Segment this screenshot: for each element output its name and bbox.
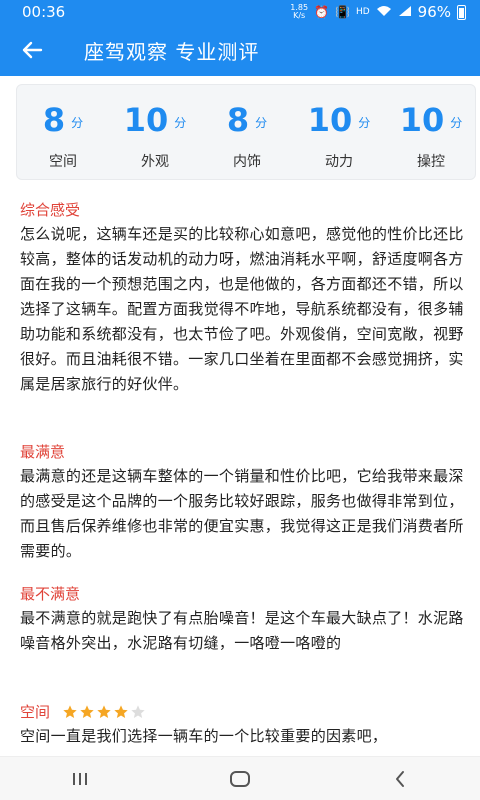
section-space: 空间 空间一直是我们选择一辆车的一个比较重要的因素吧， [20, 700, 466, 749]
battery-icon [457, 4, 466, 20]
score-label: 外观 [141, 154, 169, 170]
arrow-left-icon [22, 41, 43, 59]
section-body: 最不满意的就是跑快了有点胎噪音！是这个车最大缺点了！水泥路噪音格外突出，水泥路有… [20, 609, 464, 652]
score-card: 8分 空间 10 分 外观 8分 内饰 10 分 动力 10 分 操控 [16, 84, 476, 180]
score-unit: 分 [71, 116, 84, 130]
section-title: 最满意 [20, 443, 66, 461]
section-most-satisfied: 最满意 最满意的还是这辆车整体的一个销量和性价比吧，它给我带来最深的感受是这个品… [20, 440, 466, 564]
score-value: 10 [307, 101, 353, 139]
review-content[interactable]: 8分 空间 10 分 外观 8分 内饰 10 分 动力 10 分 操控 综合感受 怎么… [0, 76, 480, 756]
alarm-icon: ⏰ [314, 5, 329, 19]
chevron-left-icon [396, 770, 404, 787]
status-bar: 00:36 1.85 K/s ⏰ 📳 HD 96% [0, 0, 480, 24]
score-value: 8 [226, 101, 250, 139]
star-filled-icon [114, 705, 128, 718]
section-least-satisfied: 最不满意 最不满意的就是跑快了有点胎噪音！是这个车最大缺点了！水泥路噪音格外突出… [20, 582, 466, 656]
system-nav-bar [0, 756, 480, 800]
home-button[interactable] [210, 757, 270, 800]
star-empty-icon [131, 705, 145, 718]
score-label: 空间 [49, 154, 77, 170]
score-value: 10 [123, 101, 169, 139]
status-icons: 1.85 K/s ⏰ 📳 HD 96% [290, 3, 466, 21]
recent-apps-button[interactable] [50, 757, 110, 800]
signal-icon [398, 5, 412, 20]
app-bar: 座驾观察 专业测评 [0, 24, 480, 76]
score-unit: 分 [358, 116, 371, 130]
section-title: 最不满意 [20, 585, 81, 603]
battery-percent: 96% [417, 3, 451, 21]
star-filled-icon [80, 705, 94, 718]
wifi-icon [376, 5, 392, 20]
section-title: 综合感受 [20, 201, 81, 219]
section-body: 最满意的还是这辆车整体的一个销量和性价比吧，它给我带来最深的感受是这个品牌的一个… [20, 467, 464, 560]
score-item-power: 10 分 动力 [293, 85, 385, 181]
recent-apps-icon [73, 772, 87, 785]
star-filled-icon [97, 705, 111, 718]
page-title: 座驾观察 专业测评 [84, 39, 260, 64]
score-item-interior: 8分 内饰 [201, 85, 293, 181]
score-label: 内饰 [233, 154, 261, 170]
section-body: 空间一直是我们选择一辆车的一个比较重要的因素吧， [20, 727, 388, 745]
net-speed-indicator: 1.85 K/s [290, 3, 309, 20]
section-overall: 综合感受 怎么说呢，这辆车还是买的比较称心如意吧，感觉他的性价比还比较高，整体的… [20, 198, 466, 397]
score-unit: 分 [450, 116, 463, 130]
section-body: 怎么说呢，这辆车还是买的比较称心如意吧，感觉他的性价比还比较高，整体的话发动机的… [20, 225, 464, 393]
score-unit: 分 [174, 116, 187, 130]
score-item-exterior: 10 分 外观 [109, 85, 201, 181]
home-icon [230, 770, 250, 787]
score-value: 10 [399, 101, 445, 139]
vibrate-icon: 📳 [335, 5, 350, 19]
section-title-row: 空间 [20, 700, 466, 724]
section-title: 空间 [20, 703, 51, 721]
score-item-handling: 10 分 操控 [385, 85, 477, 181]
score-label: 操控 [417, 154, 445, 170]
back-button[interactable] [0, 24, 64, 76]
score-value: 8 [42, 101, 66, 139]
score-unit: 分 [255, 116, 268, 130]
hd-indicator: HD [355, 7, 370, 17]
score-label: 动力 [325, 154, 353, 170]
star-filled-icon [63, 705, 77, 718]
status-time: 00:36 [22, 3, 66, 21]
star-rating [62, 704, 146, 720]
back-nav-button[interactable] [370, 757, 430, 800]
score-item-space: 8分 空间 [17, 85, 109, 181]
